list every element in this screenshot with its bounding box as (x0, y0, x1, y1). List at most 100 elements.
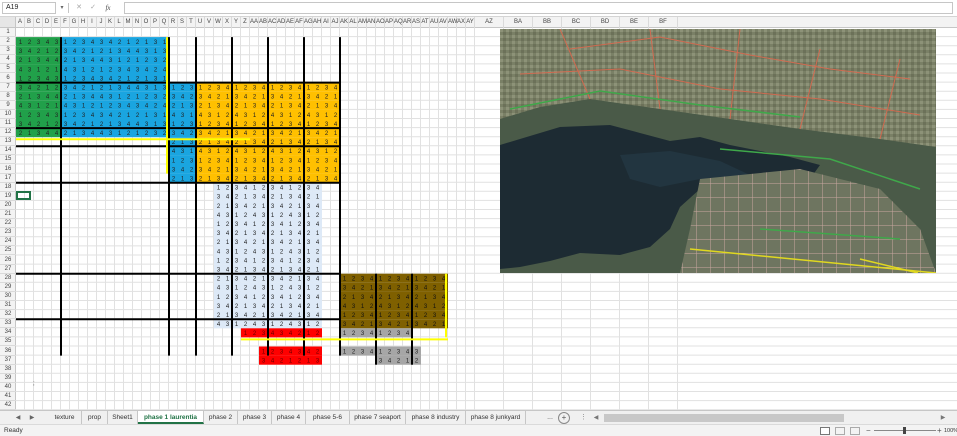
row-header[interactable]: 39 (0, 374, 16, 383)
active-cell-selection[interactable] (16, 191, 31, 200)
column-header[interactable]: AL (349, 17, 358, 28)
column-header[interactable]: AR (403, 17, 412, 28)
tab-scroll-right-icon[interactable]: ▶ (26, 412, 38, 424)
row-header[interactable]: 37 (0, 356, 16, 365)
horizontal-scroll-thumb[interactable] (604, 414, 844, 422)
column-header[interactable]: BF (649, 17, 678, 28)
column-header[interactable]: C (34, 17, 43, 28)
column-header[interactable]: AB (259, 17, 268, 28)
page-break-view-icon[interactable] (850, 427, 860, 435)
column-header[interactable]: AE (286, 17, 295, 28)
row-header[interactable]: 26 (0, 256, 16, 265)
column-header[interactable]: Y (232, 17, 241, 28)
row-header[interactable]: 12 (0, 128, 16, 138)
zoom-slider-thumb[interactable] (903, 427, 906, 434)
page-layout-view-icon[interactable] (835, 427, 845, 435)
column-header[interactable]: AK (340, 17, 349, 28)
tab-phase-3[interactable]: phase 3 (238, 411, 272, 424)
column-header[interactable]: B (25, 17, 34, 28)
row-header[interactable]: 25 (0, 246, 16, 256)
scroll-splitter[interactable]: ⋮ (580, 413, 587, 423)
row-header[interactable]: 9 (0, 101, 16, 110)
column-header[interactable]: AJ (331, 17, 340, 28)
row-header[interactable]: 31 (0, 301, 16, 311)
cell-grid[interactable]: 1234334212213444312112343342122134443121… (16, 28, 957, 410)
scroll-right-icon[interactable]: ▶ (938, 413, 948, 423)
cancel-icon[interactable]: ✕ (74, 2, 84, 14)
column-header[interactable]: R (169, 17, 178, 28)
zoom-level[interactable]: 100% (944, 425, 957, 436)
formula-input[interactable] (124, 2, 953, 14)
column-header[interactable]: AT (421, 17, 430, 28)
row-header[interactable]: 16 (0, 165, 16, 174)
chevron-down-icon[interactable]: ▾ (58, 2, 66, 14)
column-header[interactable]: AM (358, 17, 367, 28)
column-header[interactable]: K (106, 17, 115, 28)
column-header[interactable]: AF (295, 17, 304, 28)
row-header[interactable]: 33 (0, 319, 16, 329)
row-header[interactable]: 3 (0, 46, 16, 56)
row-header[interactable]: 19 (0, 192, 16, 201)
row-header[interactable]: 30 (0, 292, 16, 301)
row-header[interactable]: 40 (0, 383, 16, 392)
tab-texture[interactable]: texture (48, 411, 82, 424)
row-header[interactable]: 32 (0, 310, 16, 320)
normal-view-icon[interactable] (820, 427, 830, 435)
row-header[interactable]: 15 (0, 155, 16, 165)
row-header[interactable]: 4 (0, 55, 16, 65)
column-header[interactable]: Z (241, 17, 250, 28)
row-header[interactable]: 24 (0, 237, 16, 247)
row-header[interactable]: 2 (0, 37, 16, 47)
column-header[interactable]: AX (457, 17, 466, 28)
column-header[interactable]: AV (439, 17, 448, 28)
column-header[interactable]: BB (533, 17, 562, 28)
tab-scroll-left-icon[interactable]: ◀ (12, 412, 24, 424)
insert-function-button[interactable]: fx (101, 2, 115, 14)
tab-phase-8-industry[interactable]: phase 8 industry (406, 411, 466, 424)
column-header[interactable]: X (223, 17, 232, 28)
column-header[interactable]: AQ (394, 17, 403, 28)
tab-phase-7-seaport[interactable]: phase 7 seaport (350, 411, 406, 424)
row-header[interactable]: 27 (0, 265, 16, 274)
column-header[interactable]: AD (277, 17, 286, 28)
row-header[interactable]: 18 (0, 183, 16, 192)
column-header[interactable]: AC (268, 17, 277, 28)
tab-phase-5-6[interactable]: phase 5-6 (306, 411, 350, 424)
column-header[interactable]: D (43, 17, 52, 28)
select-all-button[interactable] (0, 17, 16, 28)
column-header[interactable]: I (88, 17, 97, 28)
tab-phase-2[interactable]: phase 2 (204, 411, 238, 424)
row-header[interactable]: 41 (0, 392, 16, 402)
column-header[interactable]: AA (250, 17, 259, 28)
row-header[interactable]: 14 (0, 146, 16, 156)
enter-icon[interactable]: ✓ (88, 2, 98, 14)
column-header[interactable]: AN (367, 17, 376, 28)
column-header[interactable]: W (214, 17, 223, 28)
column-header[interactable]: AG (304, 17, 313, 28)
column-header[interactable]: BA (504, 17, 533, 28)
row-header[interactable]: 17 (0, 174, 16, 183)
column-header[interactable]: G (70, 17, 79, 28)
row-header[interactable]: 7 (0, 83, 16, 92)
row-header[interactable]: 28 (0, 274, 16, 283)
column-header[interactable]: F (61, 17, 70, 28)
name-box[interactable]: A19 (2, 2, 56, 14)
column-header[interactable]: AS (412, 17, 421, 28)
column-header[interactable]: N (133, 17, 142, 28)
row-header[interactable]: 36 (0, 347, 16, 356)
row-header[interactable]: 6 (0, 74, 16, 83)
row-header[interactable]: 20 (0, 201, 16, 210)
column-header[interactable]: P (151, 17, 160, 28)
row-header[interactable]: 21 (0, 210, 16, 220)
column-header[interactable]: AZ (475, 17, 504, 28)
column-header[interactable]: AI (322, 17, 331, 28)
row-header[interactable]: 11 (0, 119, 16, 129)
zoom-out-button[interactable]: − (866, 425, 871, 436)
column-header[interactable]: M (124, 17, 133, 28)
column-header[interactable]: H (79, 17, 88, 28)
row-header[interactable]: 42 (0, 401, 16, 410)
column-header[interactable]: T (187, 17, 196, 28)
tab-phase-1-laurentia[interactable]: phase 1 laurentia (138, 411, 204, 424)
column-header[interactable]: AO (376, 17, 385, 28)
row-header[interactable]: 5 (0, 64, 16, 74)
